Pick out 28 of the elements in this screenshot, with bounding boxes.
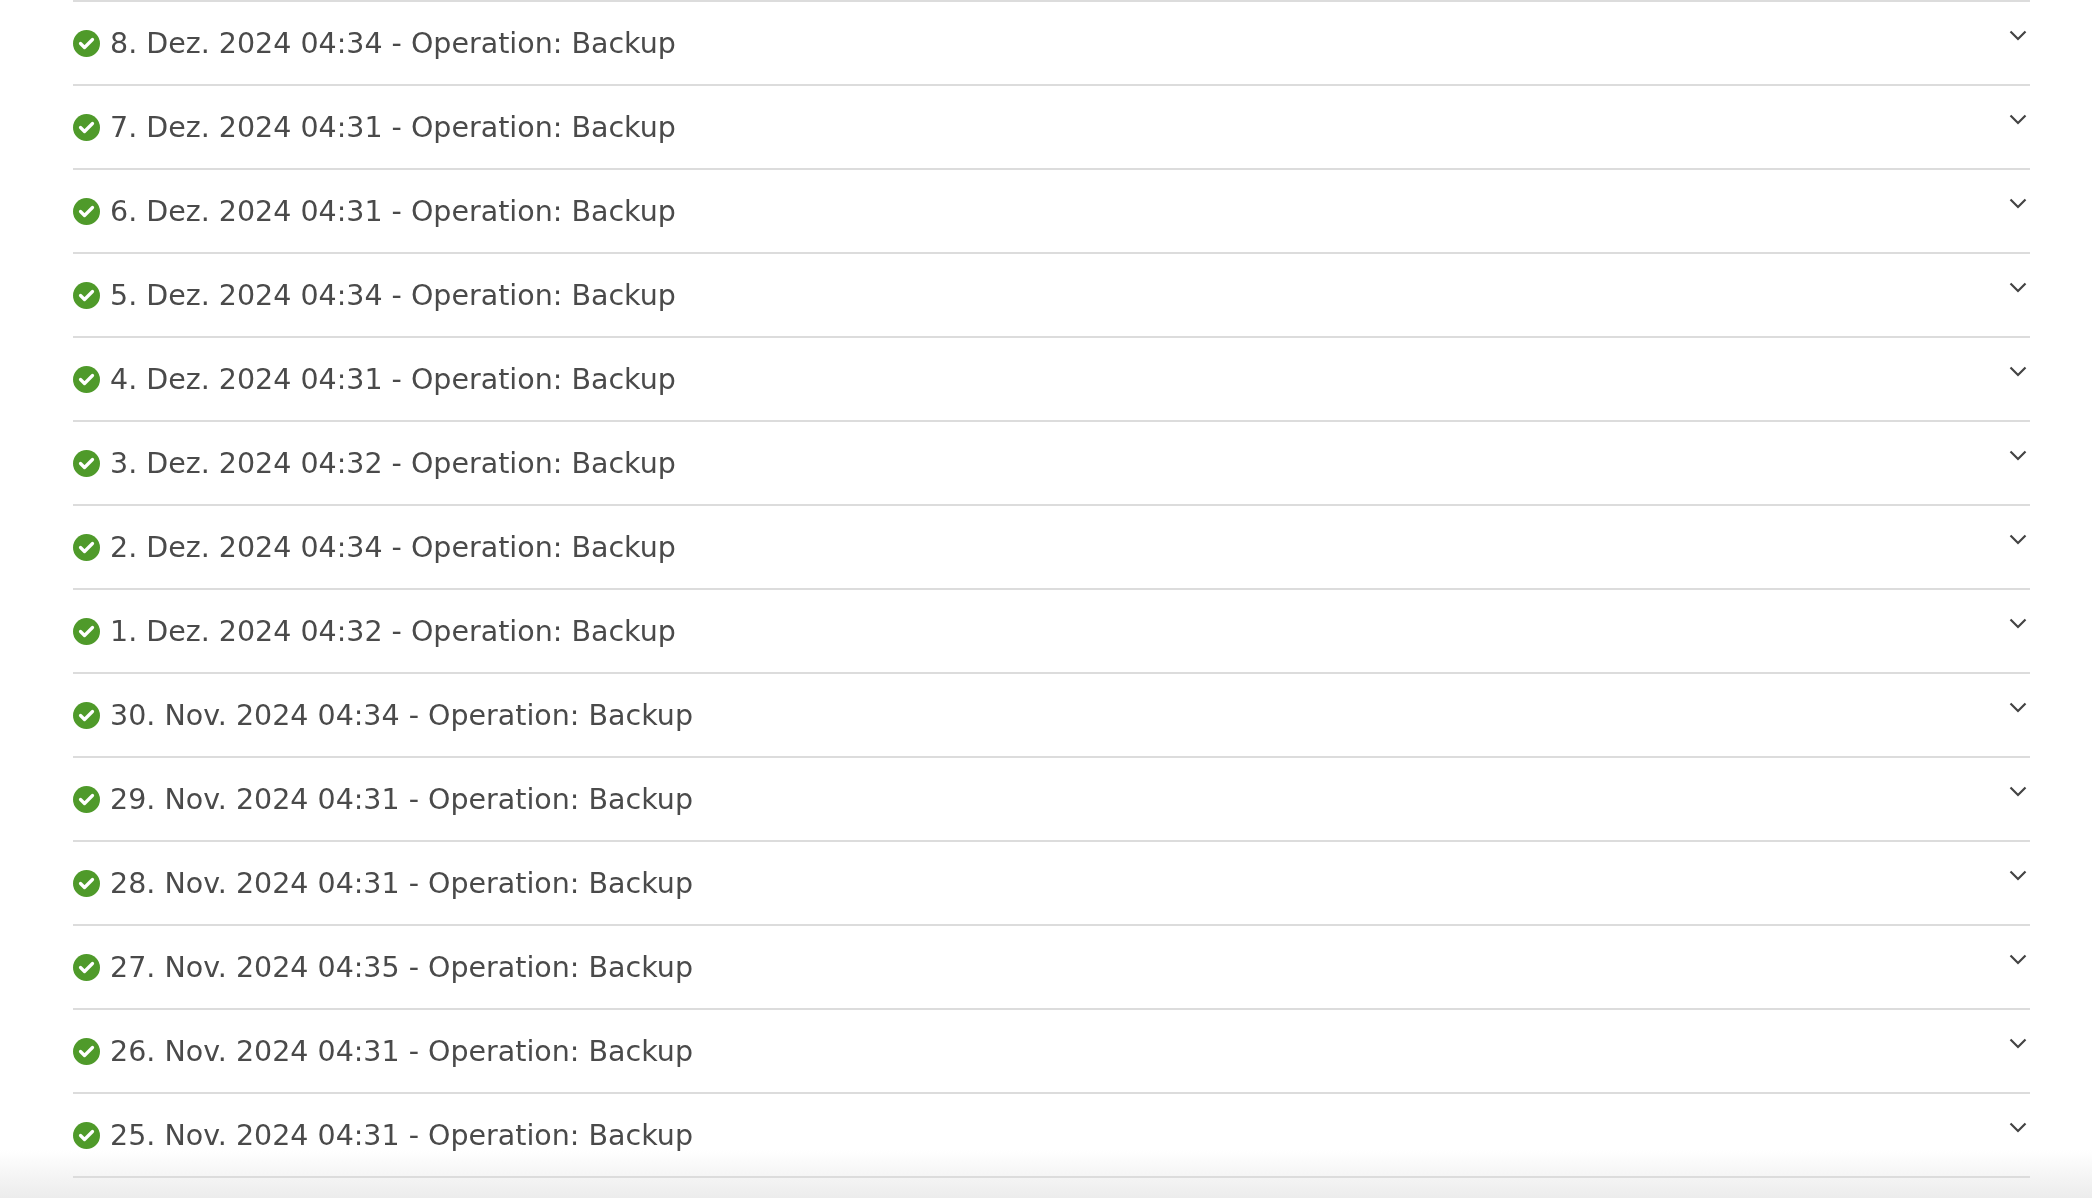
- log-entry-title[interactable]: 25. Nov. 2024 04:31 - Operation: Backup: [110, 1118, 693, 1152]
- chevron-icon[interactable]: [2009, 198, 2027, 209]
- chevron-icon[interactable]: [2009, 114, 2027, 125]
- log-entry-title[interactable]: 2. Dez. 2024 04:34 - Operation: Backup: [110, 530, 676, 564]
- chevron-icon[interactable]: [2009, 366, 2027, 377]
- chevron-icon[interactable]: [2009, 618, 2027, 629]
- log-entry-title[interactable]: 7. Dez. 2024 04:31 - Operation: Backup: [110, 110, 676, 144]
- log-entry-title[interactable]: 29. Nov. 2024 04:31 - Operation: Backup: [110, 782, 693, 816]
- log-entry-title[interactable]: 3. Dez. 2024 04:32 - Operation: Backup: [110, 446, 676, 480]
- chevron-icon[interactable]: [2009, 282, 2027, 293]
- log-entry-title[interactable]: 26. Nov. 2024 04:31 - Operation: Backup: [110, 1034, 693, 1068]
- chevron-icon[interactable]: [2009, 450, 2027, 461]
- chevron-icon[interactable]: [2009, 534, 2027, 545]
- log-entry-title[interactable]: 27. Nov. 2024 04:35 - Operation: Backup: [110, 950, 693, 984]
- log-entry-title[interactable]: 30. Nov. 2024 04:34 - Operation: Backup: [110, 698, 693, 732]
- chevron-icon[interactable]: [2009, 30, 2027, 41]
- log-entry-title[interactable]: 6. Dez. 2024 04:31 - Operation: Backup: [110, 194, 676, 228]
- chevron-icon[interactable]: [2009, 870, 2027, 881]
- chevron-icon[interactable]: [2009, 1122, 2027, 1133]
- log-entry-title[interactable]: 1. Dez. 2024 04:32 - Operation: Backup: [110, 614, 676, 648]
- log-entry-title[interactable]: 28. Nov. 2024 04:31 - Operation: Backup: [110, 866, 693, 900]
- chevron-icon[interactable]: [2009, 702, 2027, 713]
- log-entry-title[interactable]: 8. Dez. 2024 04:34 - Operation: Backup: [110, 26, 676, 60]
- log-entry-title[interactable]: 5. Dez. 2024 04:34 - Operation: Backup: [110, 278, 676, 312]
- chevron-icon[interactable]: [2009, 786, 2027, 797]
- chevron-icon[interactable]: [2009, 954, 2027, 965]
- chevron-icon[interactable]: [2009, 1038, 2027, 1049]
- log-entry-title[interactable]: 4. Dez. 2024 04:31 - Operation: Backup: [110, 362, 676, 396]
